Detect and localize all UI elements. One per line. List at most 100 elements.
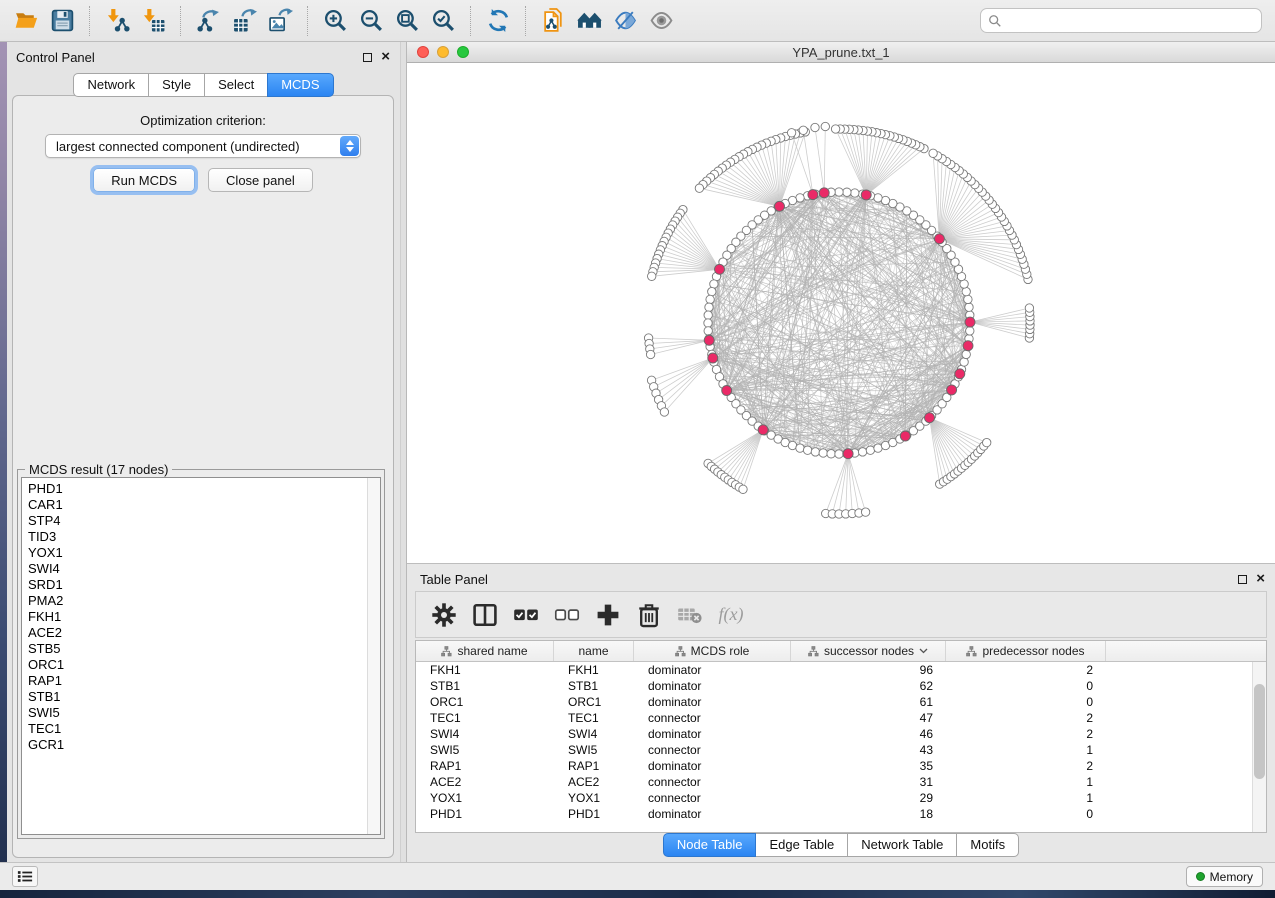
- column-header-predecessor-nodes[interactable]: predecessor nodes: [946, 641, 1106, 661]
- mcds-result-item[interactable]: ACE2: [22, 625, 380, 641]
- column-header-MCDS-role[interactable]: MCDS role: [634, 641, 791, 661]
- table-row[interactable]: ORC1ORC1dominator610: [416, 694, 1252, 710]
- mcds-result-item[interactable]: GCR1: [22, 737, 380, 753]
- float-table-panel-icon[interactable]: [1238, 575, 1247, 584]
- zoom-out-icon: [359, 8, 384, 33]
- table-row[interactable]: PHD1PHD1dominator180: [416, 806, 1252, 822]
- search-field[interactable]: [980, 8, 1262, 33]
- table-row[interactable]: SWI5SWI5connector431: [416, 742, 1252, 758]
- export-image-button[interactable]: [262, 4, 298, 38]
- task-history-button[interactable]: [12, 866, 38, 887]
- node-table: shared namenameMCDS rolesuccessor nodesp…: [415, 640, 1267, 833]
- mcds-result-item[interactable]: FKH1: [22, 609, 380, 625]
- tab-motifs[interactable]: Motifs: [956, 833, 1019, 857]
- tab-mcds[interactable]: MCDS: [267, 73, 333, 97]
- table-row[interactable]: STB1STB1dominator620: [416, 678, 1252, 694]
- select-all-button[interactable]: [513, 601, 539, 629]
- import-network-button[interactable]: [99, 4, 135, 38]
- save-button[interactable]: [44, 4, 80, 38]
- open-folder-button[interactable]: [8, 4, 44, 38]
- mcds-result-item[interactable]: SWI4: [22, 561, 380, 577]
- share-document-icon: [541, 8, 566, 33]
- search-input[interactable]: [1007, 13, 1254, 28]
- run-mcds-button[interactable]: Run MCDS: [93, 168, 195, 192]
- export-network-icon: [196, 8, 221, 33]
- tab-network-table[interactable]: Network Table: [847, 833, 957, 857]
- mcds-result-item[interactable]: SRD1: [22, 577, 380, 593]
- criterion-select[interactable]: largest connected component (undirected): [45, 134, 361, 158]
- mcds-result-item[interactable]: STP4: [22, 513, 380, 529]
- cell-MCDS-role: dominator: [634, 726, 791, 742]
- cell-MCDS-role: dominator: [634, 806, 791, 822]
- memory-button[interactable]: Memory: [1186, 866, 1263, 887]
- delete-column-button[interactable]: [636, 601, 662, 629]
- table-scrollbar-thumb[interactable]: [1254, 684, 1265, 779]
- style-preview-button[interactable]: [607, 4, 643, 38]
- zoom-out-button[interactable]: [353, 4, 389, 38]
- mcds-result-item[interactable]: STB1: [22, 689, 380, 705]
- function-builder-button[interactable]: f(x): [718, 601, 744, 629]
- close-panel-icon[interactable]: ×: [381, 52, 390, 62]
- tab-select[interactable]: Select: [204, 73, 268, 97]
- cytoscape-window: Control Panel × NetworkStyleSelectMCDS O…: [0, 0, 1275, 898]
- tab-edge-table[interactable]: Edge Table: [755, 833, 848, 857]
- table-row[interactable]: RAP1RAP1dominator352: [416, 758, 1252, 774]
- control-panel-header: Control Panel ×: [7, 42, 400, 68]
- cell-shared-name: STB1: [416, 678, 554, 694]
- mcds-result-item[interactable]: YOX1: [22, 545, 380, 561]
- result-list-scrollbar[interactable]: [367, 478, 380, 834]
- column-header-successor-nodes[interactable]: successor nodes: [791, 641, 946, 661]
- settings-gear-button[interactable]: [431, 601, 457, 629]
- deselect-all-button[interactable]: [554, 601, 580, 629]
- mcds-result-item[interactable]: SWI5: [22, 705, 380, 721]
- float-panel-icon[interactable]: [363, 53, 372, 62]
- close-panel-button[interactable]: Close panel: [208, 168, 313, 192]
- mcds-result-item[interactable]: TEC1: [22, 721, 380, 737]
- tab-style[interactable]: Style: [148, 73, 205, 97]
- zoom-in-button[interactable]: [317, 4, 353, 38]
- hide-preview-button[interactable]: [643, 4, 679, 38]
- zoom-fit-button[interactable]: [389, 4, 425, 38]
- delete-table-button[interactable]: [677, 601, 703, 629]
- zoom-in-icon: [323, 8, 348, 33]
- column-header-shared-name[interactable]: shared name: [416, 641, 554, 661]
- table-row[interactable]: ACE2ACE2connector311: [416, 774, 1252, 790]
- table-row[interactable]: TEC1TEC1connector472: [416, 710, 1252, 726]
- mcds-result-item[interactable]: TID3: [22, 529, 380, 545]
- mcds-result-title: MCDS result (17 nodes): [25, 462, 172, 477]
- table-row[interactable]: FKH1FKH1dominator962: [416, 662, 1252, 678]
- mcds-result-group: MCDS result (17 nodes) PHD1CAR1STP4TID3Y…: [17, 469, 385, 839]
- zoom-selected-button[interactable]: [425, 4, 461, 38]
- cell-MCDS-role: connector: [634, 790, 791, 806]
- sort-descending-icon: [919, 648, 928, 654]
- tab-node-table[interactable]: Node Table: [663, 833, 757, 857]
- share-document-button[interactable]: [535, 4, 571, 38]
- network-canvas[interactable]: [407, 63, 1275, 563]
- cell-name: SWI5: [554, 742, 634, 758]
- table-scrollbar[interactable]: [1252, 662, 1266, 832]
- mcds-result-item[interactable]: PHD1: [22, 481, 380, 497]
- tab-network[interactable]: Network: [73, 73, 149, 97]
- export-table-button[interactable]: [226, 4, 262, 38]
- add-column-button[interactable]: [595, 601, 621, 629]
- table-row[interactable]: YOX1YOX1connector291: [416, 790, 1252, 806]
- network-overview-button[interactable]: [571, 4, 607, 38]
- column-header-name[interactable]: name: [554, 641, 634, 661]
- mcds-result-item[interactable]: ORC1: [22, 657, 380, 673]
- refresh-button[interactable]: [480, 4, 516, 38]
- mcds-result-item[interactable]: RAP1: [22, 673, 380, 689]
- mcds-result-item[interactable]: CAR1: [22, 497, 380, 513]
- import-table-icon: [141, 8, 166, 33]
- mcds-result-item[interactable]: STB5: [22, 641, 380, 657]
- export-network-button[interactable]: [190, 4, 226, 38]
- control-panel-title: Control Panel: [16, 50, 95, 65]
- column-layout-button[interactable]: [472, 601, 498, 629]
- select-all-icon: [513, 606, 539, 623]
- import-table-button[interactable]: [135, 4, 171, 38]
- desktop-wallpaper-bottom: [0, 890, 1275, 898]
- vertical-splitter[interactable]: [400, 42, 407, 862]
- close-table-panel-icon[interactable]: ×: [1256, 574, 1265, 584]
- table-row[interactable]: SWI4SWI4dominator462: [416, 726, 1252, 742]
- cell-MCDS-role: dominator: [634, 694, 791, 710]
- mcds-result-item[interactable]: PMA2: [22, 593, 380, 609]
